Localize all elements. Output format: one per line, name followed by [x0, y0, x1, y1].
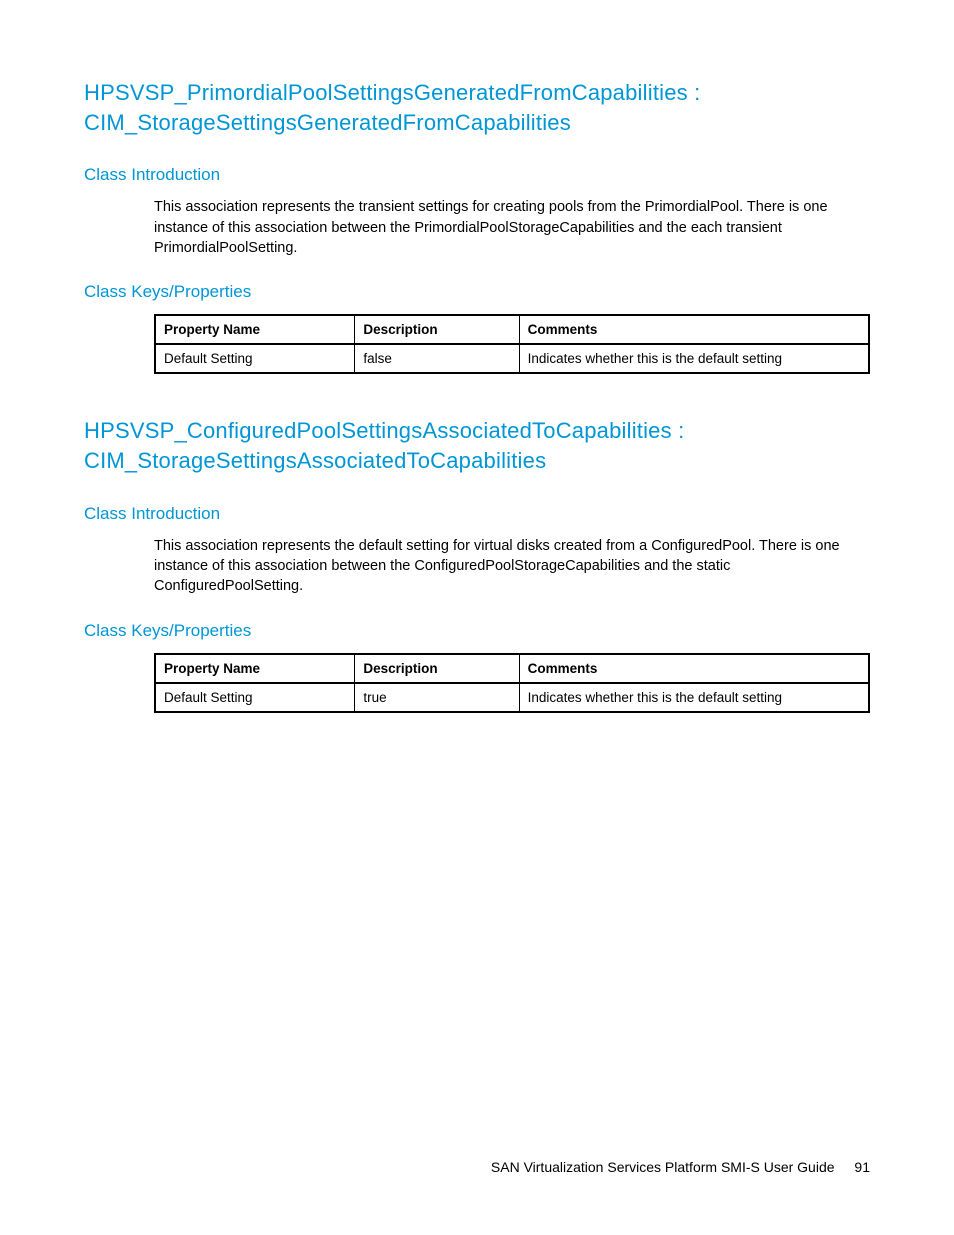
- page-footer: SAN Virtualization Services Platform SMI…: [491, 1159, 870, 1175]
- col-header-comments: Comments: [519, 315, 869, 344]
- col-header-description: Description: [355, 654, 519, 683]
- properties-table: Property Name Description Comments Defau…: [154, 314, 870, 374]
- class-keys-properties-label: Class Keys/Properties: [84, 621, 870, 641]
- table-header-row: Property Name Description Comments: [155, 654, 869, 683]
- class-keys-properties-label: Class Keys/Properties: [84, 282, 870, 302]
- class-introduction-text: This association represents the transien…: [84, 197, 870, 258]
- section-heading: HPSVSP_ConfiguredPoolSettingsAssociatedT…: [84, 416, 870, 475]
- cell-comments: Indicates whether this is the default se…: [519, 344, 869, 373]
- table-row: Default Setting true Indicates whether t…: [155, 683, 869, 712]
- col-header-description: Description: [355, 315, 519, 344]
- footer-page-number: 91: [854, 1159, 870, 1175]
- cell-description: true: [355, 683, 519, 712]
- class-introduction-label: Class Introduction: [84, 165, 870, 185]
- cell-description: false: [355, 344, 519, 373]
- page-content: HPSVSP_PrimordialPoolSettingsGeneratedFr…: [0, 0, 954, 713]
- col-header-property-name: Property Name: [155, 315, 355, 344]
- table-row: Default Setting false Indicates whether …: [155, 344, 869, 373]
- properties-table: Property Name Description Comments Defau…: [154, 653, 870, 713]
- col-header-property-name: Property Name: [155, 654, 355, 683]
- cell-property-name: Default Setting: [155, 683, 355, 712]
- cell-comments: Indicates whether this is the default se…: [519, 683, 869, 712]
- cell-property-name: Default Setting: [155, 344, 355, 373]
- col-header-comments: Comments: [519, 654, 869, 683]
- footer-title: SAN Virtualization Services Platform SMI…: [491, 1159, 835, 1175]
- class-introduction-text: This association represents the default …: [84, 536, 870, 597]
- table-header-row: Property Name Description Comments: [155, 315, 869, 344]
- section-heading: HPSVSP_PrimordialPoolSettingsGeneratedFr…: [84, 78, 870, 137]
- class-introduction-label: Class Introduction: [84, 504, 870, 524]
